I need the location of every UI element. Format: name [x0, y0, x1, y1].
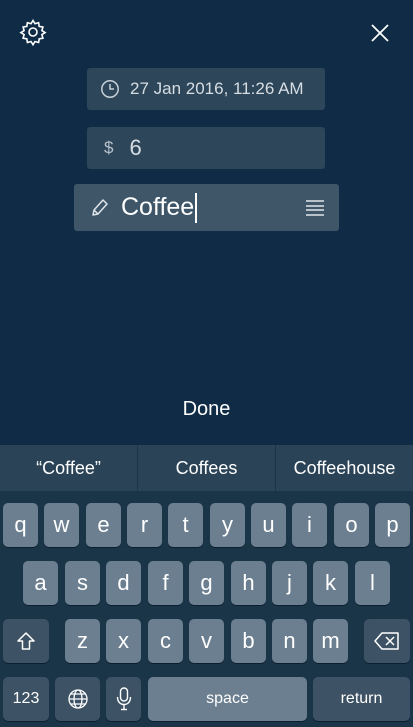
key-j[interactable]: j	[272, 561, 307, 605]
space-key[interactable]: space	[148, 677, 307, 721]
settings-button[interactable]	[17, 16, 49, 48]
key-c[interactable]: c	[148, 619, 183, 663]
return-key[interactable]: return	[313, 677, 410, 721]
suggestion-item[interactable]: “Coffee”	[0, 445, 138, 491]
key-v[interactable]: v	[189, 619, 224, 663]
key-x[interactable]: x	[106, 619, 141, 663]
keyboard: “Coffee” Coffees Coffeehouse q w e r t y…	[0, 445, 413, 727]
done-button[interactable]: Done	[0, 398, 413, 421]
key-m[interactable]: m	[313, 619, 348, 663]
list-icon[interactable]	[305, 199, 325, 217]
microphone-key[interactable]	[106, 677, 141, 721]
date-field[interactable]: 27 Jan 2016, 11:26 AM	[87, 68, 325, 110]
key-k[interactable]: k	[313, 561, 348, 605]
date-value: 27 Jan 2016, 11:26 AM	[130, 79, 304, 98]
key-b[interactable]: b	[231, 619, 266, 663]
key-w[interactable]: w	[44, 503, 79, 547]
shift-icon	[17, 632, 35, 650]
key-z[interactable]: z	[65, 619, 100, 663]
key-q[interactable]: q	[3, 503, 38, 547]
shift-key[interactable]	[3, 619, 49, 663]
close-button[interactable]	[364, 17, 396, 49]
globe-icon	[67, 689, 88, 709]
suggestion-item[interactable]: Coffeehouse	[276, 445, 413, 491]
key-e[interactable]: e	[86, 503, 121, 547]
backspace-icon	[374, 632, 399, 650]
amount-field[interactable]: $ 6	[87, 127, 325, 169]
backspace-key[interactable]	[364, 619, 410, 663]
key-i[interactable]: i	[292, 503, 327, 547]
key-f[interactable]: f	[148, 561, 183, 605]
key-y[interactable]: y	[210, 503, 245, 547]
key-a[interactable]: a	[23, 561, 58, 605]
microphone-icon	[116, 687, 131, 711]
key-n[interactable]: n	[272, 619, 307, 663]
key-p[interactable]: p	[375, 503, 410, 547]
text-cursor	[195, 192, 198, 223]
amount-value: 6	[129, 135, 142, 160]
key-t[interactable]: t	[168, 503, 203, 547]
key-u[interactable]: u	[251, 503, 286, 547]
key-g[interactable]: g	[189, 561, 224, 605]
globe-key[interactable]	[55, 677, 100, 721]
pencil-icon	[92, 198, 108, 216]
suggestion-bar: “Coffee” Coffees Coffeehouse	[0, 445, 413, 491]
close-icon	[371, 24, 389, 42]
note-field[interactable]: Coffee	[74, 184, 339, 231]
key-l[interactable]: l	[355, 561, 390, 605]
key-o[interactable]: o	[334, 503, 369, 547]
clock-icon	[101, 80, 119, 98]
key-r[interactable]: r	[127, 503, 162, 547]
key-s[interactable]: s	[65, 561, 100, 605]
gear-icon	[19, 18, 47, 46]
currency-symbol: $	[104, 138, 114, 157]
suggestion-item[interactable]: Coffees	[138, 445, 276, 491]
note-value: Coffee	[121, 193, 195, 221]
key-h[interactable]: h	[231, 561, 266, 605]
key-d[interactable]: d	[106, 561, 141, 605]
numbers-key[interactable]: 123	[3, 677, 49, 721]
